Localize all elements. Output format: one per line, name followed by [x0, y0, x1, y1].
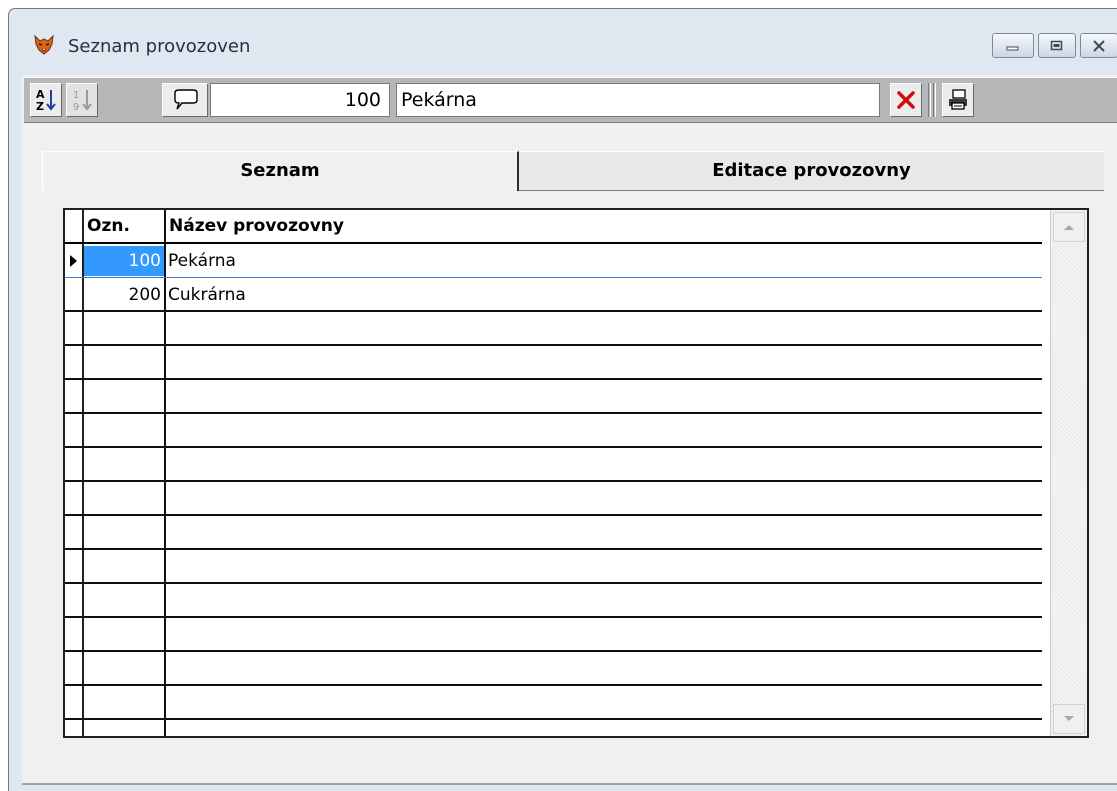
cell-ozn[interactable]: 200 [84, 280, 164, 310]
column-header-nazev[interactable]: Název provozovny [166, 210, 1036, 242]
minimize-button[interactable] [992, 33, 1034, 58]
empty-table-row[interactable] [65, 550, 1042, 584]
print-button[interactable] [942, 83, 974, 117]
scroll-up-button[interactable] [1053, 212, 1085, 242]
empty-table-row[interactable] [65, 448, 1042, 482]
cell-nazev[interactable]: Pekárna [166, 246, 236, 276]
empty-table-row[interactable] [65, 414, 1042, 448]
empty-table-row[interactable] [65, 652, 1042, 686]
code-field[interactable]: 100 [210, 83, 390, 117]
empty-table-row[interactable] [65, 516, 1042, 550]
tab-editace-provozovny[interactable]: Editace provozovny [519, 151, 1104, 191]
sort-numeric-asc-icon: 1 9 [73, 90, 92, 113]
close-button[interactable] [1080, 33, 1117, 58]
delete-button[interactable] [890, 83, 922, 117]
empty-table-row[interactable] [65, 686, 1042, 720]
printer-icon [949, 89, 967, 110]
empty-table-row[interactable] [65, 312, 1042, 346]
empty-table-row[interactable] [65, 618, 1042, 652]
toolbar-separator [933, 83, 936, 117]
vertical-scrollbar[interactable] [1050, 210, 1087, 736]
tab-editace-label: Editace provozovny [712, 160, 911, 181]
svg-text:1: 1 [73, 90, 79, 101]
empty-table-row[interactable] [65, 482, 1042, 516]
cell-ozn[interactable]: 100 [84, 246, 164, 276]
red-x-icon [897, 91, 915, 109]
comment-button[interactable] [162, 83, 208, 117]
toolbar: A Z 1 9 100 Pekárna [24, 77, 1117, 123]
scroll-down-button[interactable] [1053, 704, 1085, 734]
client-area: A Z 1 9 100 Pekárna Seznam Editace provo… [22, 75, 1117, 785]
tab-seznam-label: Seznam [240, 160, 320, 181]
arrow-down-icon [1064, 716, 1074, 721]
data-grid[interactable]: Ozn. Název provozovny 100 Pekárna 200 Cu… [63, 208, 1089, 738]
maximize-icon [1050, 40, 1063, 50]
maximize-button[interactable] [1038, 33, 1076, 58]
sort-alpha-asc-icon: A Z [36, 88, 56, 113]
close-icon [1093, 39, 1105, 52]
empty-table-row[interactable] [65, 584, 1042, 618]
name-field[interactable]: Pekárna [396, 83, 880, 117]
svg-text:9: 9 [73, 102, 79, 113]
svg-text:Z: Z [36, 100, 44, 113]
sort-alphabetical-button[interactable]: A Z [30, 83, 62, 117]
arrow-up-icon [1064, 225, 1074, 230]
window-title: Seznam provozoven [68, 36, 251, 57]
speech-bubble-icon [174, 89, 198, 110]
app-window: Seznam provozoven A Z 1 9 100 Pekárna Se… [8, 8, 1117, 791]
toolbar-separator [928, 83, 931, 117]
table-row[interactable]: 100 Pekárna [65, 244, 1042, 278]
empty-table-row[interactable] [65, 380, 1042, 414]
grid-header: Ozn. Název provozovny [65, 210, 1042, 244]
tab-seznam[interactable]: Seznam [42, 151, 519, 191]
current-row-pointer-icon [70, 255, 77, 267]
minimize-icon [1006, 46, 1019, 50]
table-row[interactable]: 200 Cukrárna [65, 278, 1042, 312]
title-bar[interactable]: Seznam provozoven [9, 9, 1117, 71]
sort-numeric-button[interactable]: 1 9 [66, 83, 98, 117]
cell-nazev[interactable]: Cukrárna [166, 280, 246, 310]
empty-table-row[interactable] [65, 346, 1042, 380]
column-header-ozn[interactable]: Ozn. [84, 210, 164, 242]
fox-app-icon [34, 34, 54, 55]
window-bottom-border [22, 783, 1117, 785]
